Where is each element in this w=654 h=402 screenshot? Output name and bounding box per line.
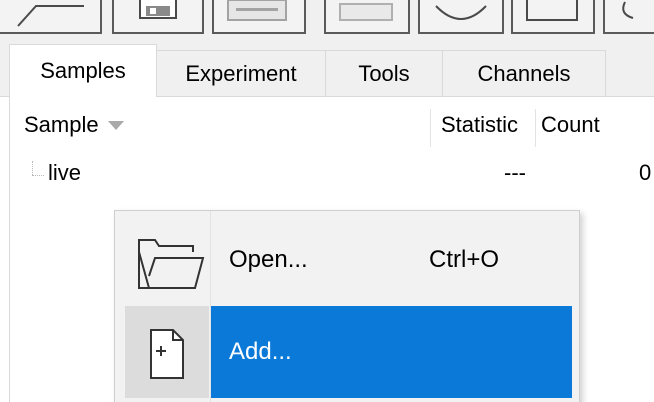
column-divider[interactable] [535, 109, 536, 147]
tree-connector [32, 175, 44, 176]
sample-name: live [48, 160, 82, 185]
polygon-gate-icon[interactable] [603, 0, 654, 34]
circle-gate-icon[interactable] [418, 0, 504, 34]
menu-item-open[interactable]: Open... Ctrl+O [115, 214, 579, 306]
sort-descending-icon[interactable] [108, 121, 124, 130]
rectangle-gate-icon[interactable] [511, 0, 595, 34]
tab-channels[interactable]: Channels [442, 50, 606, 96]
add-file-icon [125, 306, 209, 398]
column-header-count[interactable]: Count [541, 112, 600, 138]
save-icon[interactable] [112, 0, 204, 34]
tab-bar: Samples Experiment Tools Channels [0, 42, 654, 98]
menu-item-label: Open... [229, 246, 308, 273]
blank-icon[interactable] [324, 0, 410, 34]
column-divider[interactable] [430, 109, 431, 147]
context-menu: Open... Ctrl+O Add... [114, 210, 580, 402]
toolbar [0, 0, 654, 42]
menu-item-shortcut: Ctrl+O [429, 246, 500, 273]
column-header-statistic[interactable]: Statistic [441, 112, 518, 138]
tab-experiment[interactable]: Experiment [156, 50, 326, 96]
export-icon[interactable] [212, 0, 306, 34]
column-header-sample[interactable]: Sample [24, 112, 99, 138]
count-value: 0 [639, 160, 652, 185]
tab-samples[interactable]: Samples [9, 44, 157, 98]
open-folder-icon[interactable] [0, 0, 102, 34]
menu-item-label: Add... [229, 338, 292, 365]
tab-tools[interactable]: Tools [325, 50, 443, 96]
statistic-value: --- [504, 160, 526, 185]
menu-item-add[interactable]: Add... [115, 306, 579, 398]
flow-analysis-window: Samples Experiment Tools Channels Sample… [0, 0, 654, 402]
folder-open-icon [125, 214, 209, 306]
tree-connector [32, 161, 33, 175]
